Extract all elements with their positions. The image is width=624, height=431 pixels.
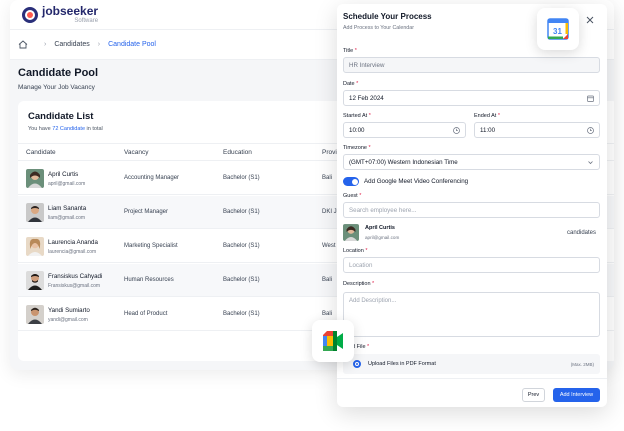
timezone-select[interactable]: (GMT+07:00) Western Indonesian Time — [343, 154, 600, 170]
candidate-name: Laurencia Ananda — [48, 239, 98, 246]
candidate-province: Bali — [322, 277, 333, 283]
avatar — [26, 203, 44, 222]
candidate-vacancy: Accounting Manager — [124, 175, 180, 181]
candidate-name: April Curtis — [48, 171, 79, 178]
column-header-candidate[interactable]: Candidate — [26, 149, 56, 156]
add-interview-button[interactable]: Add Interview — [553, 388, 600, 402]
ended-at-field[interactable]: 11:00 — [474, 122, 600, 138]
description-textarea[interactable]: Add Description... — [343, 292, 600, 337]
candidate-vacancy: Project Manager — [124, 209, 169, 215]
candidate-vacancy: Human Resources — [124, 277, 174, 283]
candidate-province: Bali — [322, 175, 333, 181]
google-calendar-icon: 31 — [537, 8, 579, 50]
upload-option-label: Upload Files in PDF Format — [368, 361, 436, 367]
candidate-email: Fransiskus@gmail.com — [48, 283, 101, 289]
candidate-education: Bachelor (S1) — [223, 277, 260, 283]
title-field[interactable]: HR Interview — [343, 57, 600, 73]
column-header-vacancy[interactable]: Vacancy — [124, 149, 148, 156]
candidate-education: Bachelor (S1) — [223, 175, 260, 181]
chevron-down-icon — [587, 159, 594, 166]
upload-file-option[interactable]: Upload Files in PDF Format (Max. 2MB) — [343, 354, 600, 374]
candidate-education: Bachelor (S1) — [223, 209, 260, 215]
candidate-vacancy: Head of Product — [124, 311, 168, 317]
candidate-name: Fransiskus Cahyadi — [48, 273, 103, 280]
jobseeker-logo-icon — [22, 6, 38, 23]
avatar — [26, 169, 44, 188]
date-label: Date * — [343, 81, 359, 87]
clock-icon[interactable] — [453, 127, 460, 134]
guest-email: april@gmail.com — [365, 235, 400, 240]
candidate-email: liam@gmail.com — [48, 215, 86, 221]
avatar — [343, 224, 359, 241]
avatar — [26, 271, 44, 290]
count-prefix: You have — [28, 126, 51, 132]
modal-title: Schedule Your Process — [343, 12, 432, 21]
column-header-education[interactable]: Education — [223, 149, 252, 156]
calendar-icon[interactable] — [587, 95, 594, 102]
brand-name: jobseeker — [42, 4, 99, 18]
chevron-right-icon: › — [97, 41, 101, 48]
guest-search-input[interactable]: Search employee here... — [343, 202, 600, 218]
timezone-label: Timezone * — [343, 145, 371, 151]
candidate-vacancy: Marketing Specialist — [124, 243, 178, 249]
avatar — [26, 305, 44, 324]
started-at-value: 10:00 — [349, 126, 365, 134]
breadcrumb-candidate-pool[interactable]: Candidate Pool — [108, 41, 156, 48]
avatar — [26, 237, 44, 256]
started-at-field[interactable]: 10:00 — [343, 122, 466, 138]
close-icon[interactable] — [585, 15, 595, 25]
title-label: Title * — [343, 48, 357, 54]
modal-footer-divider — [337, 378, 607, 379]
upload-size-limit: (Max. 2MB) — [570, 362, 594, 367]
description-label: Description * — [343, 281, 375, 287]
brand-tagline: Software — [74, 18, 99, 24]
location-label: Location * — [343, 248, 368, 254]
radio-selected-icon[interactable] — [353, 360, 361, 368]
ended-at-value: 11:00 — [480, 126, 496, 134]
timezone-value: (GMT+07:00) Western Indonesian Time — [349, 158, 458, 166]
candidate-count-link[interactable]: 72 Candidate — [52, 126, 85, 132]
candidate-list-title: Candidate List — [28, 111, 94, 122]
prev-button[interactable]: Prev — [522, 388, 545, 402]
started-at-label: Started At * — [343, 113, 371, 119]
candidate-count: You have 72 Candidate in total — [28, 126, 103, 132]
date-field[interactable]: 12 Feb 2024 — [343, 90, 600, 106]
clock-icon[interactable] — [587, 127, 594, 134]
location-input[interactable]: Location — [343, 257, 600, 273]
candidate-email: laurencia@gmail.com — [48, 249, 97, 255]
ended-at-label: Ended At * — [474, 113, 500, 119]
schedule-process-modal: Schedule Your Process Add Process to You… — [337, 4, 607, 407]
page-subtitle: Manage Your Job Vacancy — [18, 84, 95, 91]
candidate-name: Liam Sananta — [48, 205, 87, 212]
chevron-right-icon: › — [44, 41, 47, 48]
home-icon[interactable] — [18, 40, 28, 49]
candidate-name: Yandi Sumiarto — [48, 307, 90, 314]
candidate-email: april@gmail.com — [48, 181, 86, 187]
google-meet-toggle[interactable] — [343, 177, 359, 186]
candidate-email: yandi@gmail.com — [48, 317, 88, 323]
candidate-education: Bachelor (S1) — [223, 311, 260, 317]
guest-label: Guest * — [343, 193, 362, 199]
google-meet-icon — [312, 320, 354, 362]
count-suffix: in total — [86, 126, 103, 132]
breadcrumb-candidates[interactable]: Candidates — [54, 41, 89, 48]
guest-role: candidates — [567, 230, 597, 236]
column-header-province[interactable]: Provi — [322, 149, 337, 156]
candidate-province: Bali — [322, 311, 333, 317]
candidate-province: DKI J — [322, 209, 337, 215]
calendar-day: 31 — [553, 27, 562, 36]
candidate-province: West — [322, 243, 336, 249]
google-meet-toggle-label: Add Google Meet Video Conferencing — [364, 178, 469, 185]
page-title: Candidate Pool — [18, 67, 99, 79]
modal-subtitle: Add Process to Your Calendar — [343, 25, 414, 31]
brand-logo[interactable]: jobseeker Software — [42, 5, 98, 24]
candidate-education: Bachelor (S1) — [223, 243, 260, 249]
date-value: 12 Feb 2024 — [349, 94, 384, 102]
guest-name: April Curtis — [365, 225, 395, 231]
